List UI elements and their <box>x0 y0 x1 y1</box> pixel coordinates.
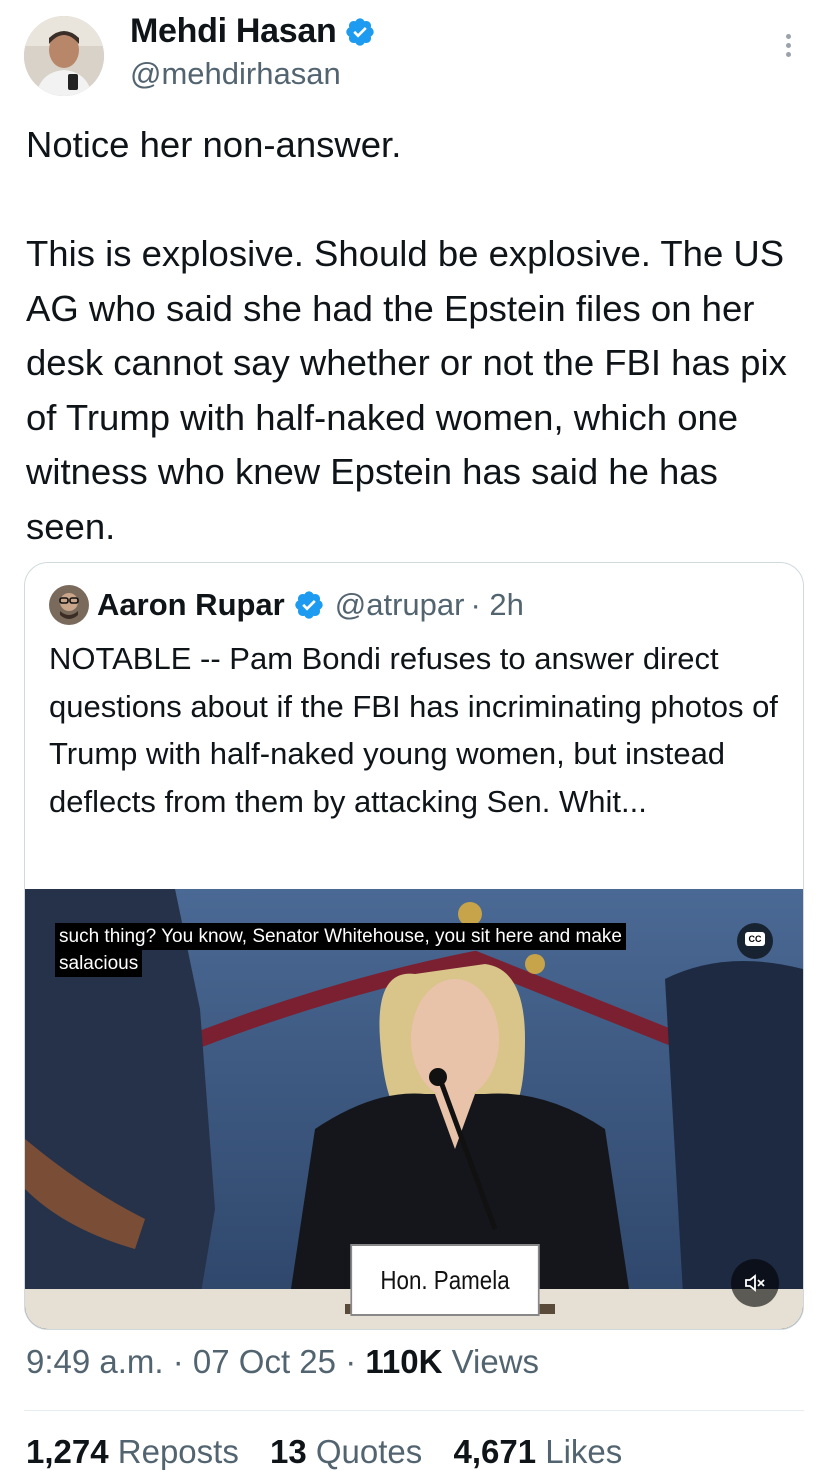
reposts-count: 1,274 <box>26 1433 109 1470</box>
cc-icon: CC <box>745 932 765 946</box>
tweet-date[interactable]: 07 Oct 25 <box>193 1343 336 1380</box>
divider <box>24 1410 804 1411</box>
author-avatar[interactable] <box>24 16 104 96</box>
likes-stat[interactable]: 4,671 Likes <box>453 1433 622 1470</box>
video-caption-line-1: such thing? You know, Senator Whitehouse… <box>55 923 626 950</box>
separator: · <box>172 1343 193 1380</box>
verified-badge-icon <box>346 17 375 46</box>
quotes-label: Quotes <box>315 1433 423 1470</box>
mute-button[interactable] <box>731 1259 779 1307</box>
author-handle[interactable]: @mehdirhasan <box>130 56 341 92</box>
separator: · <box>345 1343 366 1380</box>
quoted-author-avatar[interactable] <box>49 585 89 625</box>
quoted-tweet-text: NOTABLE -- Pam Bondi refuses to answer d… <box>49 641 778 819</box>
tweet-time[interactable]: 9:49 a.m. <box>26 1343 164 1380</box>
likes-count: 4,671 <box>453 1433 537 1470</box>
tweet-text: Notice her non-answer. This is explosive… <box>26 124 787 547</box>
quoted-tweet-header: Aaron Rupar @atrupar · 2h <box>49 585 524 625</box>
quoted-tweet[interactable]: Aaron Rupar @atrupar · 2h NOTABLE -- Pam… <box>24 562 804 1330</box>
author-name-text[interactable]: Mehdi Hasan <box>130 12 337 51</box>
author-name[interactable]: Mehdi Hasan <box>130 12 376 51</box>
nameplate: Hon. Pamela Bondi <box>350 1244 540 1316</box>
engagement-stats: 1,274 Reposts 13 Quotes 4,671 Likes <box>26 1433 644 1471</box>
more-options-icon[interactable] <box>778 30 798 70</box>
quoted-author-handle[interactable]: @atrupar <box>335 587 465 623</box>
views-label: Views <box>451 1343 540 1380</box>
video-player[interactable]: such thing? You know, Senator Whitehouse… <box>25 889 803 1329</box>
views-count: 110K <box>365 1343 443 1380</box>
quotes-stat[interactable]: 13 Quotes <box>270 1433 431 1470</box>
quoted-tweet-time: · 2h <box>470 587 524 622</box>
video-caption-line-2: salacious <box>55 950 143 977</box>
verified-badge-icon <box>295 591 323 619</box>
reposts-stat[interactable]: 1,274 Reposts <box>26 1433 248 1470</box>
closed-captions-button[interactable]: CC <box>737 923 773 959</box>
quoted-author-name[interactable]: Aaron Rupar <box>97 587 285 623</box>
reposts-label: Reposts <box>117 1433 239 1470</box>
tweet-meta: 9:49 a.m. · 07 Oct 25 · 110K Views <box>26 1343 539 1381</box>
speaker-muted-icon <box>745 1274 765 1292</box>
likes-label: Likes <box>545 1433 623 1470</box>
quotes-count: 13 <box>270 1433 307 1470</box>
